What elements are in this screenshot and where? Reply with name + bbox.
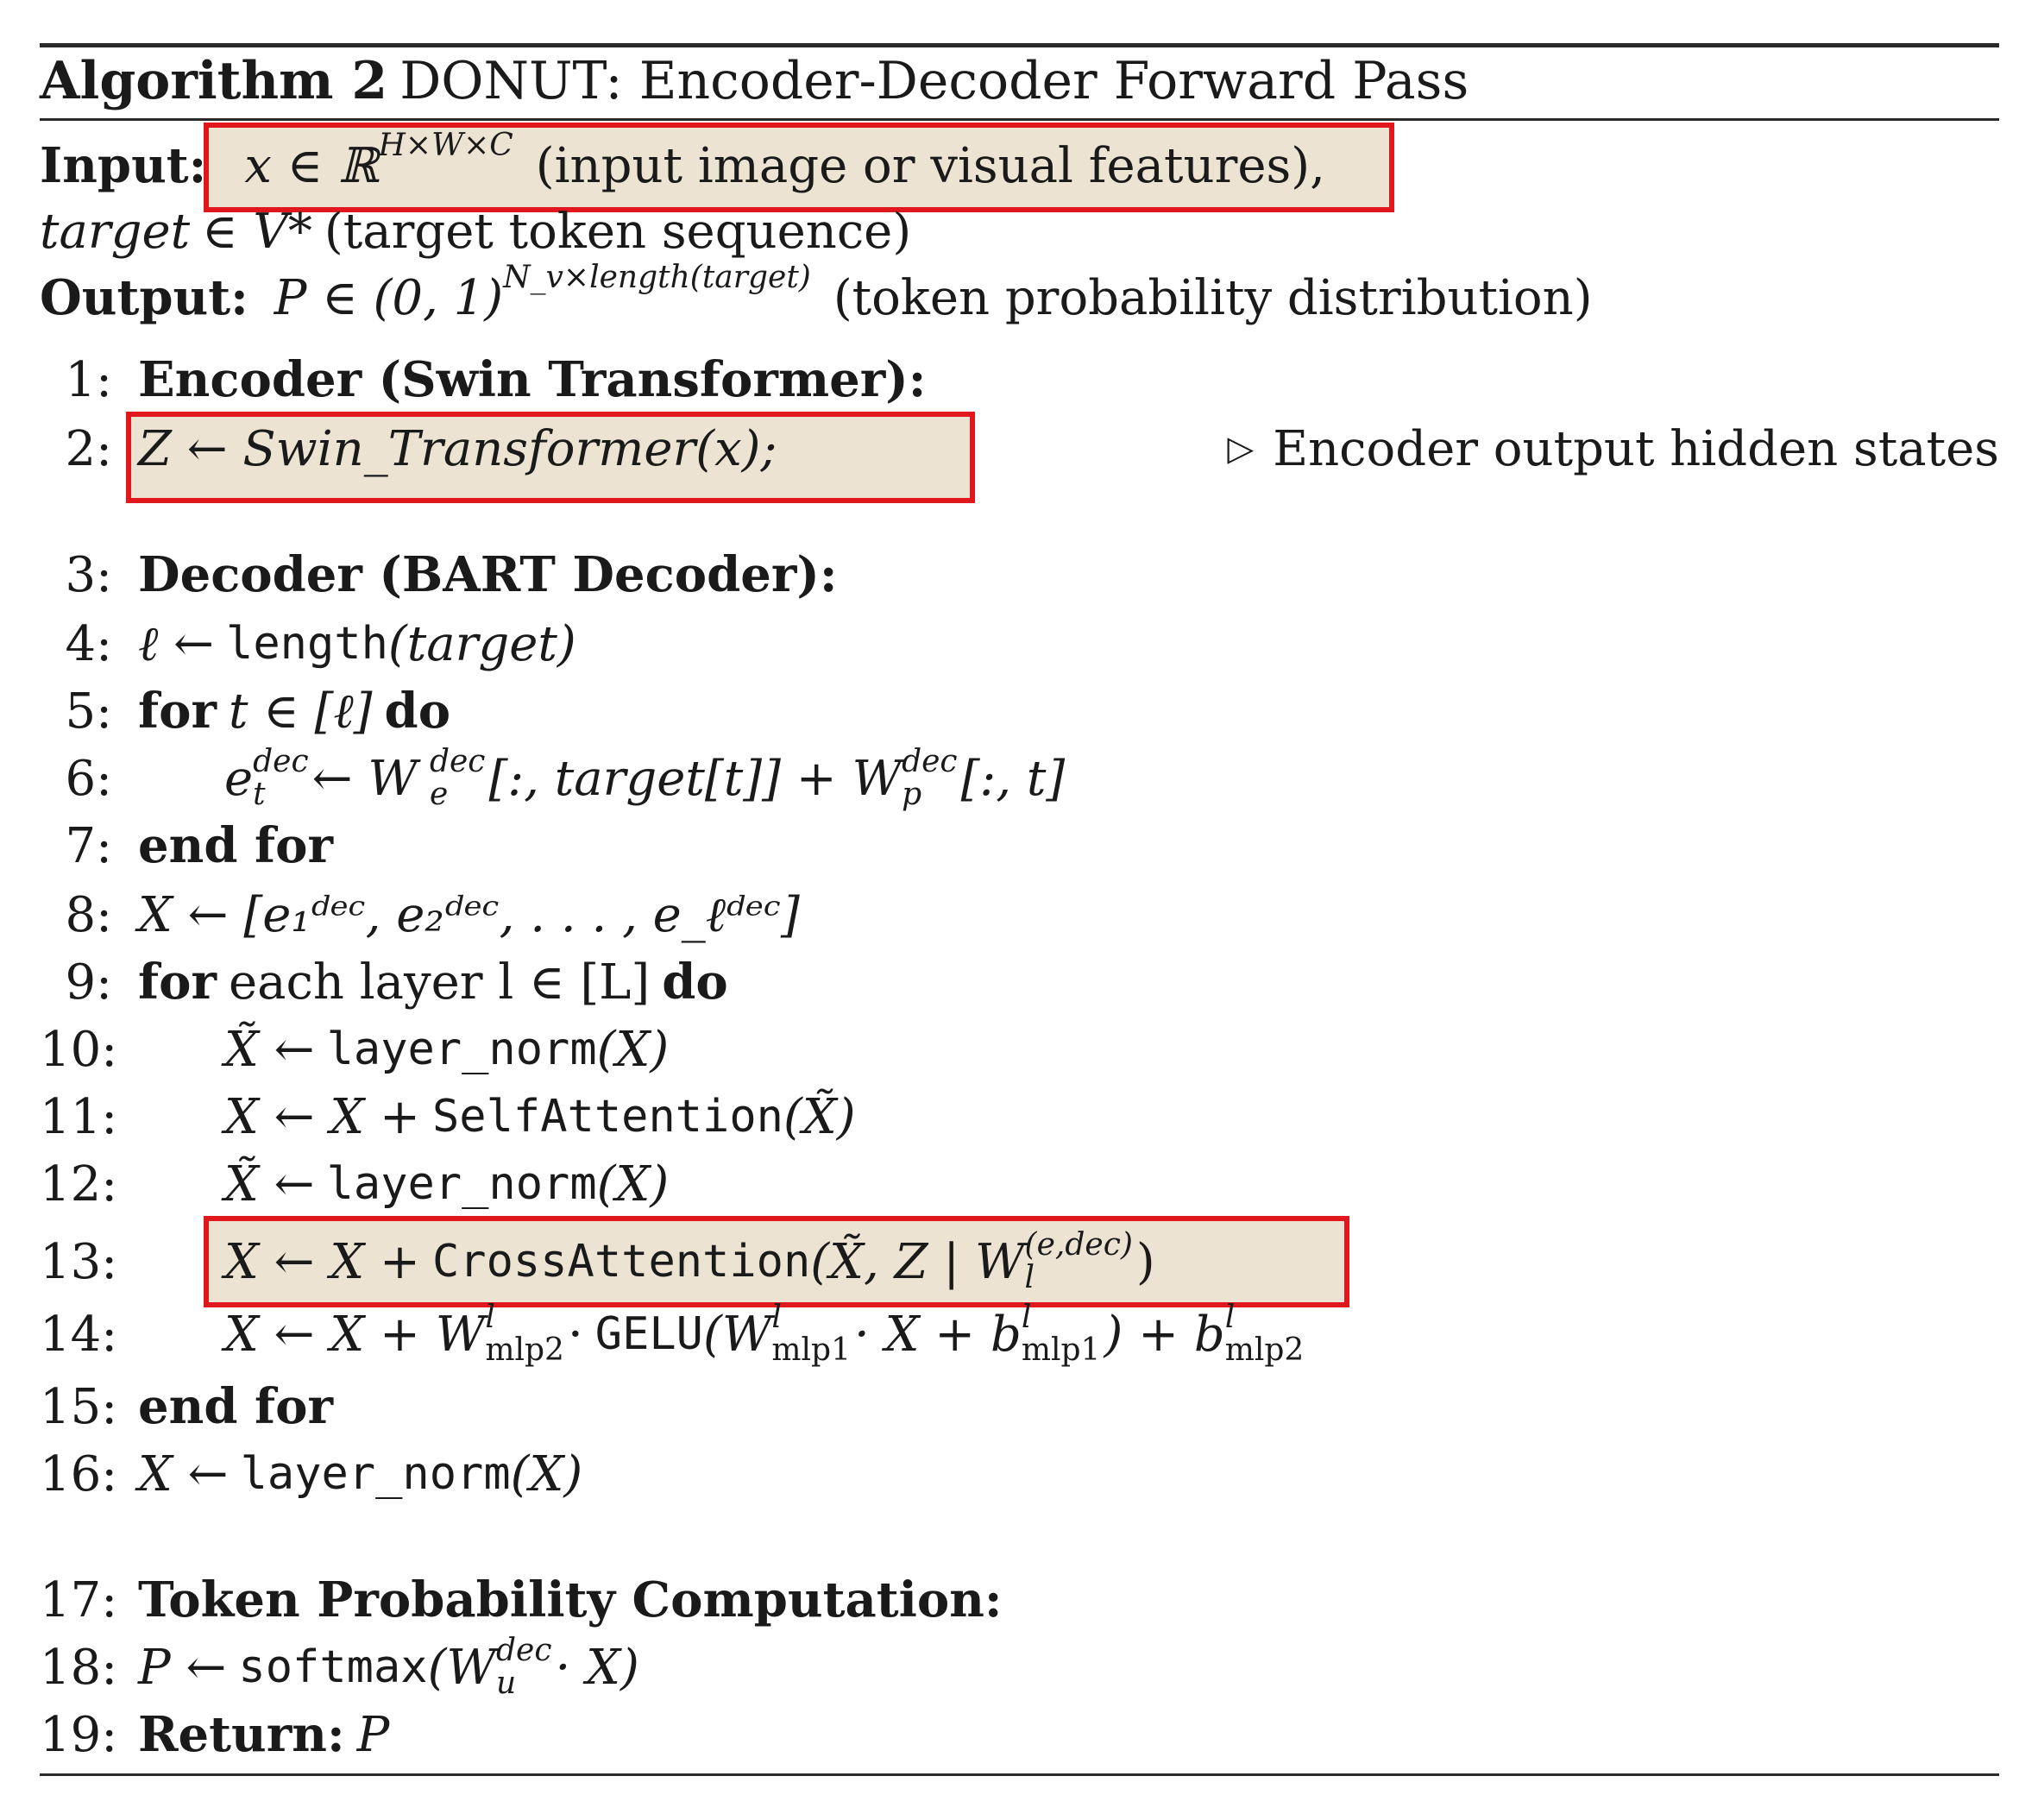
keyword-do: do [662,954,728,1011]
keyword-for: for [138,954,217,1011]
line-number: 2: [65,420,113,477]
output-label: Output: [40,269,248,326]
line-number: 5: [65,683,113,740]
input-target-expr: ∈ V* [202,203,312,260]
input-target: target [40,203,191,260]
line-text: (X) [596,1021,670,1078]
line-17: 17: Token Probability Computation: [40,1565,1999,1634]
line-10: 10: X̃ ← layer_norm (X) [40,1015,1999,1084]
line-text: Encoder (Swin Transformer): [138,351,927,408]
line-text: (X̃) [783,1088,856,1145]
line-text: X ← X + [224,1088,420,1145]
line-number: 19: [40,1706,118,1763]
line-text: (X̃, Z | W [810,1233,1025,1290]
output-desc: (token probability distribution) [833,269,1593,326]
line-number: 15: [40,1378,118,1435]
line-text: each layer l ∈ [L] [228,954,651,1011]
line-5: 5: for t ∈ [ℓ] do [40,677,1999,746]
line-number: 9: [65,954,113,1011]
line-number: 10: [40,1021,118,1078]
line-1: 1: Encoder (Swin Transformer): [40,345,1999,414]
line-11: 11: X ← X + SelfAttention (X̃) [40,1082,1999,1151]
line-text: X ← X + W [224,1306,486,1363]
line-15: 15: end for [40,1372,1999,1441]
line-14: 14: X ← X + W l mlp2 · GELU (W l mlp1 · X … [40,1300,1305,1368]
algorithm-name: DONUT: Encoder-Decoder Forward Pass [399,51,1469,111]
line-number: 16: [40,1445,118,1502]
line-text: P ← [138,1639,227,1696]
algorithm-title: Algorithm 2 DONUT: Encoder-Decoder Forwa… [40,47,1999,116]
line-13: 13: X ← X + CrossAttention (X̃, Z | W (e… [40,1227,1155,1295]
output-expr: P ∈ (0, 1) [274,269,504,326]
line-text: Z ← Swin_Transformer(x); [138,420,777,477]
output-line: Output: P ∈ (0, 1) N_v×length(target) (t… [40,259,1999,332]
line-comment: ▷ Encoder output hidden states [1227,421,1999,477]
keyword-return: Return: [138,1706,345,1763]
line-text: Decoder (BART Decoder): [138,546,838,603]
line-6: 6: e dec t ← W dec e [:, target[t]] + W de… [40,744,1999,813]
line-2: 2: Z ← Swin_Transformer(x); ▷ Encoder ou… [40,414,2000,483]
line-text: e dec t ← W dec e [:, target[t]] + W dec p … [224,744,1066,812]
line-text: Token Probability Computation: [138,1571,1003,1628]
keyword-for: for [138,683,217,740]
line-number: 14: [40,1306,118,1363]
line-text: X ← [e₁ᵈᵉᶜ, e₂ᵈᵉᶜ, . . . , e_ℓᵈᵉᶜ] [138,886,800,943]
line-func: layer_norm [326,1158,597,1210]
line-text: X̃ ← [224,1156,315,1212]
line-number: 3: [65,546,113,603]
input-x-dims: H×W×C [378,127,513,163]
line-text: X ← X + [224,1233,420,1290]
line-number: 7: [65,817,113,874]
bottom-rule [40,1773,1999,1776]
line-number: 18: [40,1639,118,1696]
line-text: X ← [138,1445,229,1502]
line-text: X̃ ← [224,1021,315,1078]
line-8: 8: X ← [e₁ᵈᵉᶜ, e₂ᵈᵉᶜ, . . . , e_ℓᵈᵉᶜ] [40,880,1999,949]
input-target-desc: (target token sequence) [324,203,912,260]
keyword-do: do [384,683,451,740]
output-dims: N_v×length(target) [503,259,811,295]
line-text: ℓ ← [138,615,215,672]
line-number: 1: [65,351,113,408]
input-line: Input: x ∈ ℝ H×W×C (input image or visua… [40,127,1999,200]
line-text: t ∈ [ℓ] [228,683,373,740]
line-func: GELU [594,1308,703,1360]
line-func: CrossAttention [431,1236,811,1288]
line-text: (X) [596,1156,670,1212]
line-text: (X) [510,1445,583,1502]
input-label: Input: [40,137,207,194]
line-12: 12: X̃ ← layer_norm (X) [40,1149,1999,1219]
line-number: 8: [65,886,113,943]
line-func: SelfAttention [431,1091,783,1143]
line-func: softmax [238,1641,428,1693]
line-number: 11: [40,1088,118,1145]
input-x: x ∈ ℝ [244,137,379,194]
line-3: 3: Decoder (BART Decoder): [40,540,1999,609]
comment-text: Encoder output hidden states [1273,420,1999,477]
keyword-end-for: end for [138,817,333,874]
input-target-line: target ∈ V* (target token sequence) [40,197,1999,266]
line-number: 4: [65,615,113,672]
line-text: (target) [387,615,576,672]
line-number: 6: [65,750,113,807]
algorithm-label: Algorithm 2 [40,51,388,111]
comment-triangle-icon: ▷ [1227,429,1255,469]
line-number: 12: [40,1156,118,1212]
line-19: 19: Return: P [40,1700,1999,1769]
input-x-desc: (input image or visual features), [535,137,1325,194]
line-16: 16: X ← layer_norm (X) [40,1439,1999,1508]
line-text: P [356,1706,390,1763]
line-number: 17: [40,1571,118,1628]
line-func: length [226,618,388,670]
line-func: layer_norm [240,1448,511,1500]
line-9: 9: for each layer l ∈ [L] do [40,948,1999,1017]
line-func: layer_norm [326,1023,597,1075]
line-number: 13: [40,1233,118,1290]
line-4: 4: ℓ ← length (target) [40,609,1999,678]
title-rule [40,118,1999,121]
keyword-end-for: end for [138,1378,333,1435]
line-7: 7: end for [40,811,1999,880]
line-18: 18: P ← softmax (W dec u · X) [40,1633,639,1701]
